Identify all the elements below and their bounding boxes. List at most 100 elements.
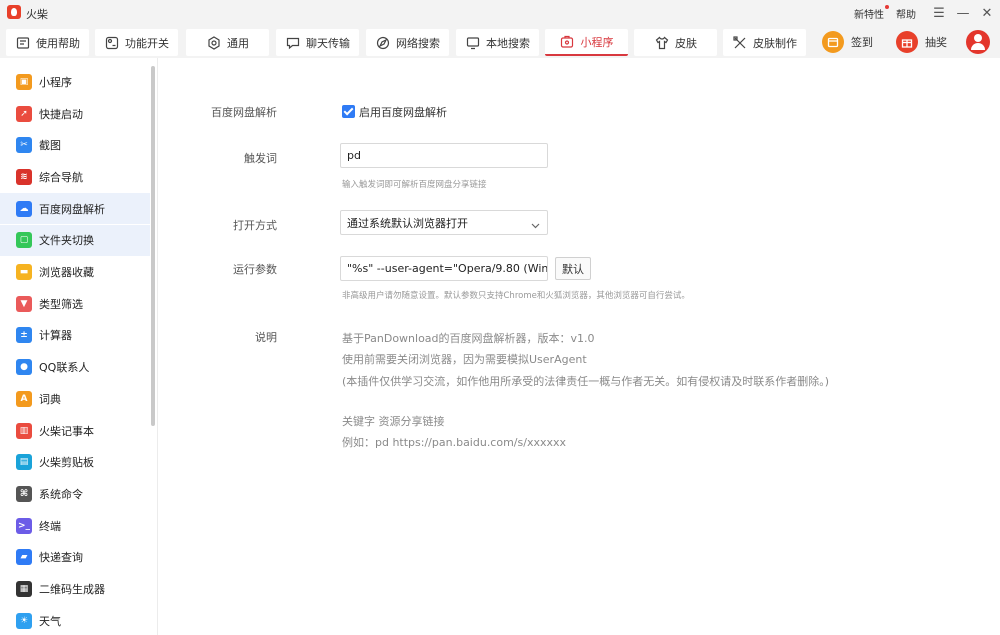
sidebar-item-navigation[interactable]: ≋ 综合导航 — [0, 161, 150, 193]
trigger-input[interactable]: pd — [340, 143, 548, 168]
sidebar-item-folder-switch[interactable]: ▢ 文件夹切换 — [0, 224, 150, 257]
sidebar-item-screenshot[interactable]: ✂ 截图 — [0, 129, 150, 161]
dictionary-icon: A — [16, 390, 32, 407]
sidebar-scrollbar[interactable] — [151, 66, 155, 426]
sidebar-item-label: 终端 — [39, 519, 61, 533]
sidebar-item-label: 浏览器收藏 — [39, 266, 94, 280]
sidebar-item-label: 火柴剪贴板 — [39, 456, 94, 470]
calendar-sign-in-icon — [822, 31, 844, 53]
screenshot-icon: ✂ — [16, 137, 32, 154]
trigger-hint: 输入触发词即可解析百度网盘分享链接 — [342, 180, 487, 190]
sidebar-item-quick-launch[interactable]: ➚ 快捷启动 — [0, 98, 150, 130]
qrcode-icon: ▦ — [16, 581, 32, 598]
menu-button[interactable]: ☰ — [928, 0, 950, 26]
tab-mini-program[interactable]: 小程序 — [545, 29, 628, 56]
delivery-truck-icon: ▰ — [16, 549, 32, 566]
minimize-icon: — — [956, 5, 970, 21]
title-bar: 火柴 新特性 帮助 ☰ — ✕ — [0, 0, 1000, 26]
hamburger-menu-icon: ☰ — [933, 5, 945, 21]
sidebar-item-weather[interactable]: ☀ 天气 — [0, 605, 150, 635]
sign-in-label: 签到 — [851, 36, 873, 49]
tab-label: 小程序 — [580, 35, 614, 49]
sidebar-item-mini-program[interactable]: ▣ 小程序 — [0, 66, 150, 98]
tab-general[interactable]: 通用 — [186, 29, 269, 56]
sidebar-item-label: QQ联系人 — [39, 361, 90, 375]
sidebar-item-baidu-pan[interactable]: ☁ 百度网盘解析 — [0, 192, 150, 225]
tab-help[interactable]: 使用帮助 — [6, 29, 89, 56]
tab-network-search[interactable]: 网络搜索 — [366, 29, 449, 56]
mini-program-icon — [560, 34, 575, 49]
sidebar-item-label: 系统命令 — [39, 487, 83, 501]
calculator-icon: ± — [16, 327, 32, 344]
tab-label: 聊天传输 — [306, 36, 350, 50]
sidebar-item-express[interactable]: ▰ 快递查询 — [0, 542, 150, 574]
default-button[interactable]: 默认 — [555, 257, 591, 280]
example-text: 例如：pd https://pan.baidu.com/s/xxxxxx — [342, 436, 567, 449]
sidebar-item-system-command[interactable]: ⌘ 系统命令 — [0, 478, 150, 510]
network-search-icon — [375, 35, 390, 50]
chevron-down-icon — [531, 219, 540, 232]
mini-program-icon: ▣ — [16, 73, 32, 90]
notification-dot-icon — [885, 4, 889, 9]
title-bar-actions: 新特性 帮助 ☰ — ✕ — [854, 0, 1000, 26]
sidebar-item-calculator[interactable]: ± 计算器 — [0, 320, 150, 352]
tab-label: 通用 — [227, 36, 249, 50]
enable-checkbox-label[interactable]: 启用百度网盘解析 — [359, 104, 447, 120]
tab-label: 皮肤制作 — [753, 36, 797, 50]
sidebar-item-label: 天气 — [39, 614, 61, 628]
user-avatar[interactable] — [966, 30, 990, 54]
sidebar-item-clipboard[interactable]: ▤ 火柴剪贴板 — [0, 446, 150, 478]
new-feature-link[interactable]: 新特性 — [854, 4, 889, 21]
help-doc-icon — [15, 35, 30, 50]
skin-making-tools-icon — [732, 35, 747, 50]
rocket-icon: ➚ — [16, 105, 32, 122]
tab-skin-making[interactable]: 皮肤制作 — [723, 29, 806, 56]
tab-feature-switch[interactable]: 功能开关 — [95, 29, 178, 56]
sidebar-item-label: 快递查询 — [39, 551, 83, 565]
stack-nav-icon: ≋ — [16, 168, 32, 185]
sidebar-item-label: 二维码生成器 — [39, 583, 105, 597]
lottery-button[interactable]: 抽奖 — [896, 26, 947, 58]
baidu-pan-label: 百度网盘解析 — [211, 106, 277, 119]
lottery-label: 抽奖 — [925, 36, 947, 49]
tab-label: 功能开关 — [125, 36, 169, 50]
sidebar-item-qrcode[interactable]: ▦ 二维码生成器 — [0, 573, 150, 605]
cloud-icon: ☁ — [16, 200, 32, 217]
app-logo-icon — [7, 5, 21, 19]
sidebar-item-browser-bookmarks[interactable]: ▬ 浏览器收藏 — [0, 256, 150, 288]
help-link[interactable]: 帮助 — [896, 6, 916, 21]
sign-in-button[interactable]: 签到 — [822, 26, 873, 58]
tab-chat-transfer[interactable]: 聊天传输 — [276, 29, 359, 56]
params-input[interactable]: "%s" --user-agent="Opera/9.80 (Windows N… — [340, 256, 548, 281]
close-button[interactable]: ✕ — [976, 0, 998, 26]
minimize-button[interactable]: — — [952, 0, 974, 26]
sidebar-item-dictionary[interactable]: A 词典 — [0, 383, 150, 415]
clipboard-icon: ▤ — [16, 454, 32, 471]
tab-label: 网络搜索 — [396, 36, 440, 50]
description-label: 说明 — [255, 331, 277, 344]
sidebar-item-type-filter[interactable]: ▼ 类型筛选 — [0, 288, 150, 320]
new-feature-label: 新特性 — [854, 9, 884, 21]
keywords-text: 关键字 资源分享链接 — [342, 415, 445, 428]
sidebar-item-qq-contacts[interactable]: ● QQ联系人 — [0, 351, 150, 383]
sidebar: ▣ 小程序 ➚ 快捷启动 ✂ 截图 ≋ 综合导航 ☁ 百度网盘解析 ▢ 文件夹切换 ▬ 浏览器… — [0, 58, 158, 635]
tab-skin[interactable]: 皮肤 — [634, 29, 717, 56]
sidebar-item-notebook[interactable]: ▥ 火柴记事本 — [0, 415, 150, 447]
sidebar-item-terminal[interactable]: >_ 终端 — [0, 510, 150, 542]
shirt-skin-icon — [654, 35, 669, 50]
tab-label: 使用帮助 — [36, 36, 80, 50]
sidebar-item-label: 快捷启动 — [39, 107, 83, 121]
tab-local-search[interactable]: 本地搜索 — [456, 29, 539, 56]
open-mode-select[interactable]: 通过系统默认浏览器打开 — [340, 210, 548, 235]
notebook-icon: ▥ — [16, 422, 32, 439]
params-label: 运行参数 — [233, 263, 277, 276]
sidebar-item-label: 类型筛选 — [39, 297, 83, 311]
filter-funnel-icon: ▼ — [16, 295, 32, 312]
tab-bar: 使用帮助 功能开关 通用 聊天传输 网络搜索 本地搜索 小程序 皮肤 皮肤制作 … — [0, 26, 1000, 58]
enable-checkbox[interactable] — [342, 105, 355, 118]
trigger-label: 触发词 — [244, 152, 277, 165]
params-hint: 非高级用户请勿随意设置。默认参数只支持Chrome和火狐浏览器，其他浏览器可自行… — [342, 291, 690, 301]
folder-switch-icon: ▢ — [16, 232, 32, 249]
description-line: 基于PanDownload的百度网盘解析器，版本：v1.0 — [342, 332, 595, 345]
sidebar-item-label: 小程序 — [39, 75, 72, 89]
